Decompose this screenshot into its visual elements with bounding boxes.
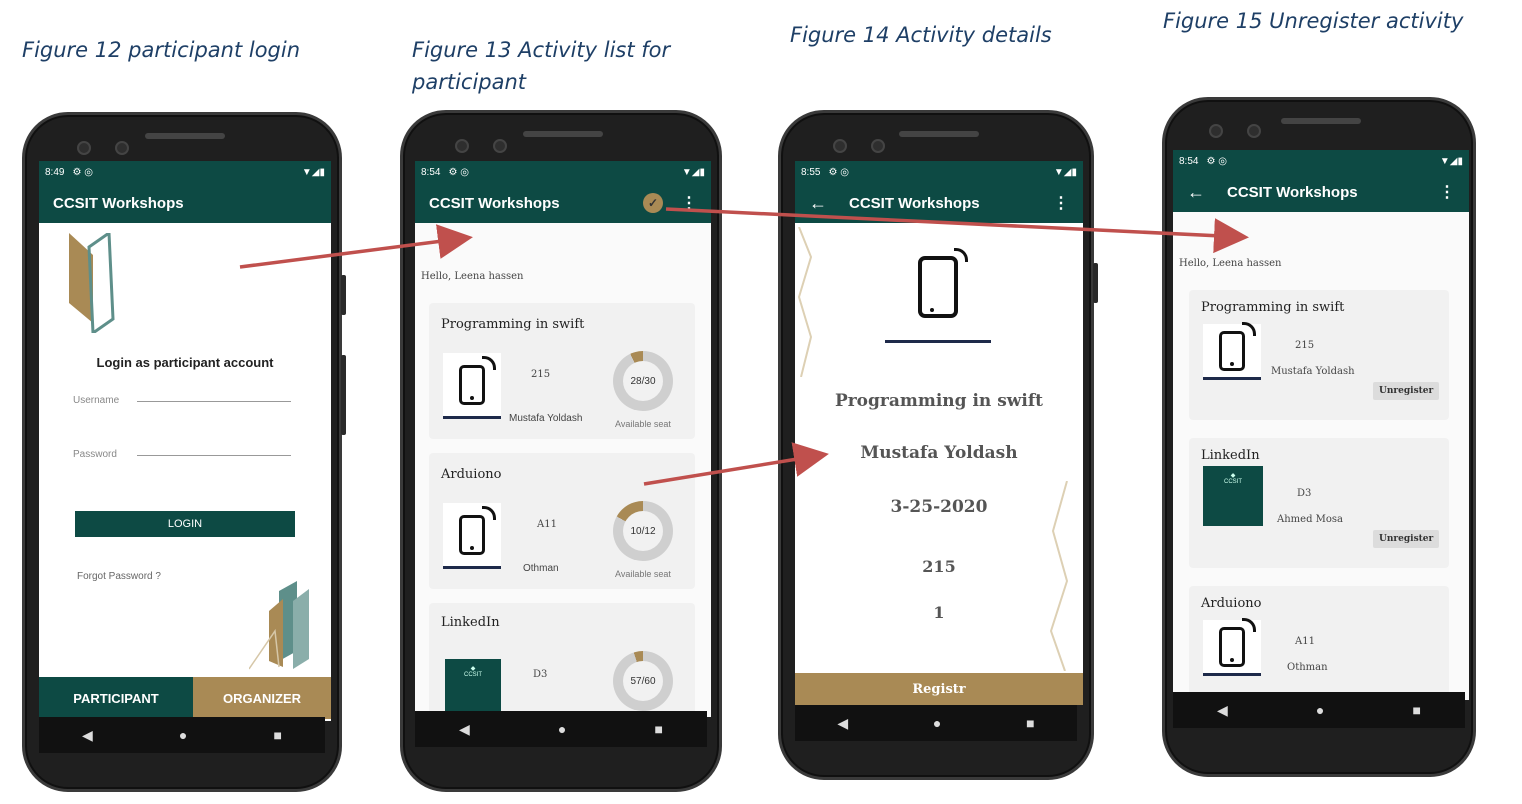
arrow-card-to-details (643, 442, 829, 486)
arrow-login-to-list (239, 224, 473, 269)
arrow-badge-to-unregister (665, 207, 1249, 254)
flow-arrows (239, 207, 1249, 486)
